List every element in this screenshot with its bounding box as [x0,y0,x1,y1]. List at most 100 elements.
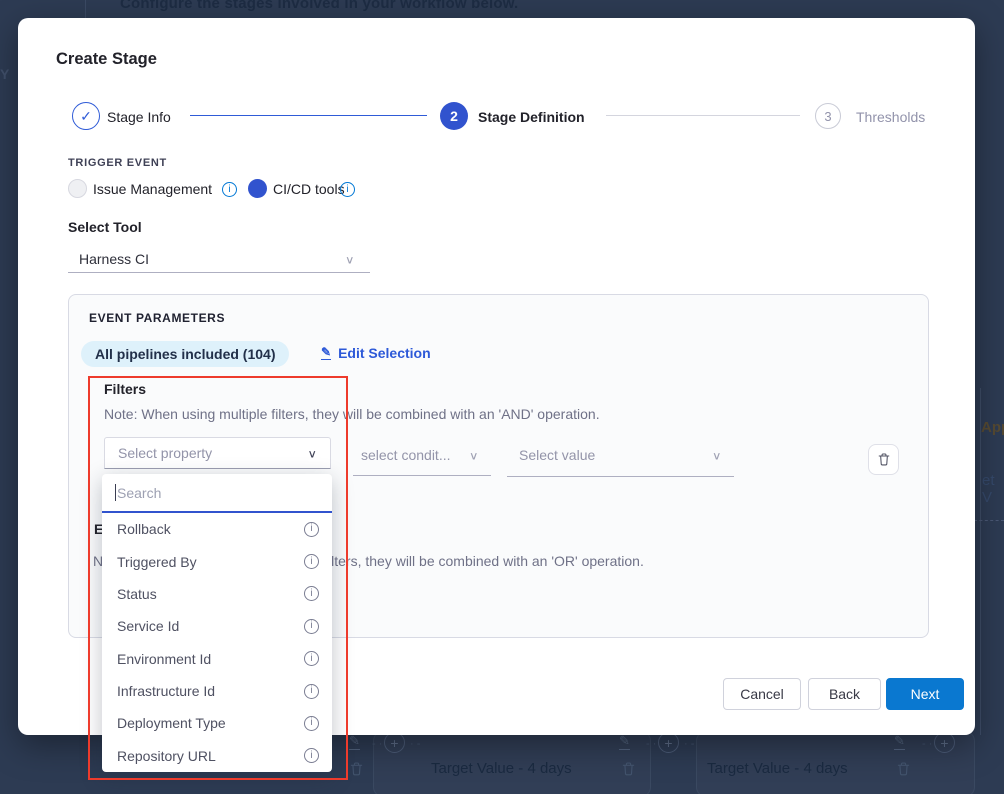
item-label: Deployment Type [117,715,226,731]
step-3-label: Thresholds [856,109,925,125]
back-button[interactable]: Back [808,678,881,710]
value-underline [507,476,734,477]
trash-icon [349,761,364,782]
value-select[interactable]: Select value [519,447,595,463]
tick-mark: · - [410,738,420,750]
condition-underline [353,475,491,476]
edit-icon: ✎ [894,734,905,750]
info-icon[interactable]: i [340,182,355,197]
plus-icon: + [384,732,405,753]
delete-filter-button[interactable] [868,444,899,475]
plus-icon: + [934,732,955,753]
dropdown-item-environment-id[interactable]: Environment Id i [102,643,332,675]
filters-heading: Filters [104,381,146,397]
info-icon[interactable]: i [304,651,319,666]
edit-icon: ✎ [349,734,360,750]
tick-mark: - · [646,738,656,750]
info-icon[interactable]: i [304,586,319,601]
info-icon[interactable]: i [304,748,319,763]
trigger-event-label: TRIGGER EVENT [68,157,167,169]
info-icon[interactable]: i [222,182,237,197]
edit-selection-label: Edit Selection [338,345,431,361]
background-dashed-line [974,520,1004,521]
dropdown-item-triggered-by[interactable]: Triggered By i [102,545,332,577]
info-icon[interactable]: i [304,619,319,634]
item-label: Environment Id [117,651,211,667]
background-heading: Configure the stages involved in your wo… [120,0,518,12]
trash-icon [877,452,891,467]
info-icon[interactable]: i [304,716,319,731]
cancel-button[interactable]: Cancel [723,678,801,710]
edit-icon: ✎ [619,734,630,750]
radio-cicd-tools[interactable] [248,179,267,198]
info-glyph: i [310,589,312,599]
chevron-down-icon[interactable]: ∨ [712,450,722,461]
next-button[interactable]: Next [886,678,964,710]
plus-icon: + [658,732,679,753]
stepper-connector [190,115,427,116]
step-2-number: 2 [450,108,458,124]
search-input[interactable] [117,485,319,501]
item-label: Service Id [117,618,179,634]
background-divider [980,388,981,735]
dropdown-item-rollback[interactable]: Rollback i [102,513,332,545]
dropdown-search[interactable] [102,474,332,513]
step-3-indicator[interactable]: 3 [815,103,841,129]
tick-mark: - · [372,738,382,750]
property-dropdown: Rollback i Triggered By i Status i Servi… [102,474,332,772]
info-icon[interactable]: i [304,554,319,569]
event-parameters-heading: EVENT PARAMETERS [89,311,225,325]
tick-mark: - · [922,738,932,750]
info-glyph: i [228,185,230,195]
info-glyph: i [310,718,312,728]
pipelines-included-pill: All pipelines included (104) [81,341,289,367]
chevron-down-icon: ∨ [307,447,317,458]
dropdown-item-service-id[interactable]: Service Id i [102,610,332,642]
info-glyph: i [310,621,312,631]
property-select-placeholder: Select property [118,445,212,461]
item-label: Status [117,586,157,602]
edit-icon: ✎ [321,346,331,360]
background-divider [85,0,86,18]
condition-select[interactable]: select condit... [361,447,451,463]
background-target-value: Target Value - 4 days [431,760,572,777]
step-1-indicator[interactable]: ✓ [72,102,100,130]
radio-issue-management-label[interactable]: Issue Management [93,181,212,197]
select-tool-underline [68,272,370,273]
screen: Configure the stages involved in your wo… [0,0,1004,794]
select-tool-value[interactable]: Harness CI [79,251,149,267]
info-icon[interactable]: i [304,522,319,537]
dropdown-item-status[interactable]: Status i [102,578,332,610]
edit-selection-link[interactable]: ✎ Edit Selection [321,345,431,361]
background-value-fragment: et V [982,472,1004,506]
item-label: Repository URL [117,748,216,764]
item-label: Infrastructure Id [117,683,215,699]
chevron-down-icon[interactable]: ∨ [345,254,355,265]
trash-icon [621,761,636,782]
item-label: Triggered By [117,554,197,570]
filters-note: Note: When using multiple filters, they … [104,406,600,422]
info-glyph: i [310,524,312,534]
radio-issue-management[interactable] [68,179,87,198]
info-glyph: i [346,185,348,195]
dropdown-item-infrastructure-id[interactable]: Infrastructure Id i [102,675,332,707]
property-select[interactable]: Select property ∨ [104,437,331,469]
step-2-label: Stage Definition [478,109,585,125]
dropdown-item-deployment-type[interactable]: Deployment Type i [102,707,332,739]
info-glyph: i [310,654,312,664]
background-text-fragment: Y [0,66,9,82]
info-glyph: i [310,686,312,696]
dropdown-item-repository-url[interactable]: Repository URL i [102,740,332,772]
radio-cicd-tools-label[interactable]: CI/CD tools [273,181,345,197]
stepper-connector [606,115,800,116]
select-tool-label: Select Tool [68,219,142,235]
background-target-value: Target Value - 4 days [707,760,848,777]
item-label: Rollback [117,521,171,537]
chevron-down-icon[interactable]: ∨ [469,450,479,461]
tick-mark: · - [684,738,694,750]
info-icon[interactable]: i [304,684,319,699]
info-glyph: i [310,751,312,761]
step-2-indicator[interactable]: 2 [440,102,468,130]
step-1-label: Stage Info [107,109,171,125]
info-glyph: i [310,557,312,567]
